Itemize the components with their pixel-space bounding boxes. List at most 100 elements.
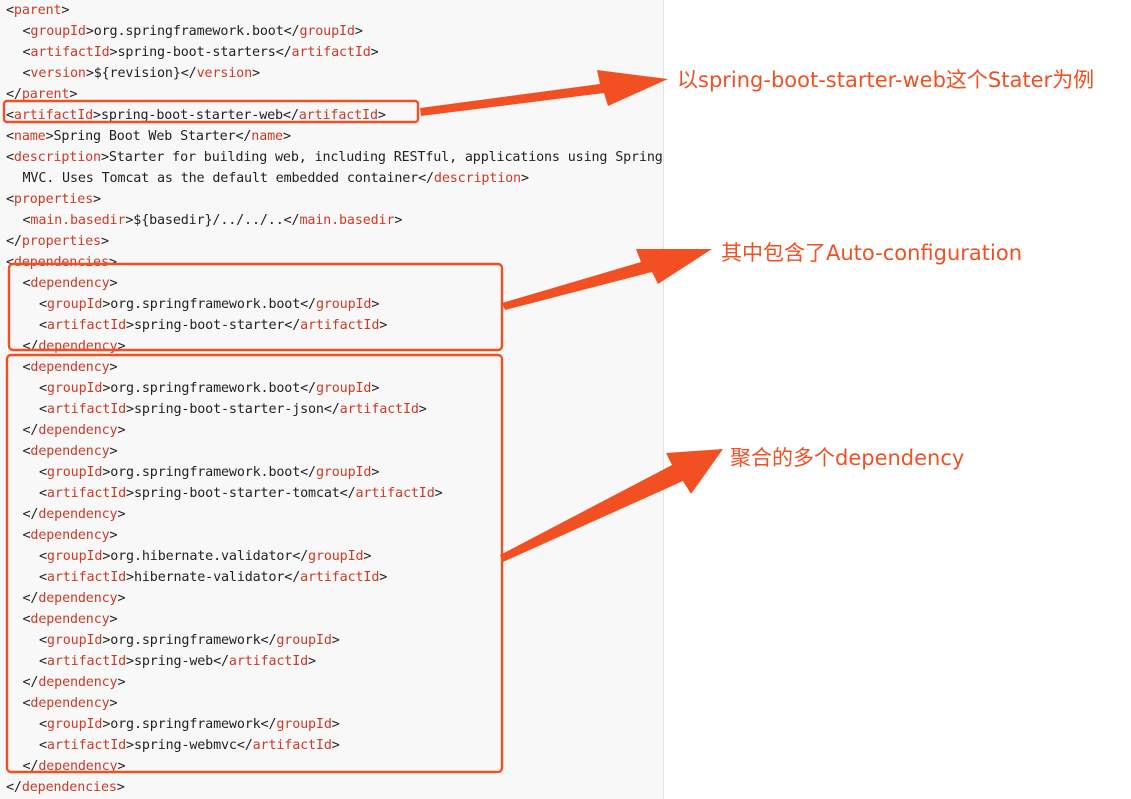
xml-tag-name: dependencies (13, 255, 109, 270)
xml-tag-name: version (196, 66, 253, 81)
code-text: > (377, 108, 386, 123)
code-text: < (39, 486, 47, 501)
code-text: > (117, 423, 126, 438)
code-text: >org.springframework.boot</ (85, 24, 300, 39)
code-text: > (109, 360, 118, 375)
code-text: < (6, 255, 14, 270)
xml-tag-name: dependency (30, 528, 110, 543)
code-line: <artifactId>spring-webmvc</artifactId> (6, 735, 663, 756)
xml-tag-name: groupId (315, 465, 372, 480)
code-line: </dependency> (6, 504, 663, 525)
annotation-aggregated-dependency: 聚合的多个dependency (730, 446, 965, 470)
xml-tag-name: artifactId (46, 654, 127, 669)
xml-tag-name: dependency (30, 696, 110, 711)
code-text: < (39, 318, 47, 333)
code-text: >spring-boot-starters</ (109, 45, 292, 60)
code-line: <properties> (6, 189, 663, 210)
code-text: >hibernate-validator</ (126, 570, 301, 585)
xml-tag-name: artifactId (30, 45, 110, 60)
xml-tag-name: groupId (46, 381, 103, 396)
code-text: >org.springframework</ (102, 717, 277, 732)
code-line: <dependency> (6, 525, 663, 546)
xml-tag-name: artifactId (46, 738, 127, 753)
code-line: </dependency> (6, 672, 663, 693)
code-text: > (109, 612, 118, 627)
code-line: <dependency> (6, 609, 663, 630)
code-text: </ (22, 591, 39, 606)
code-text: < (39, 297, 47, 312)
code-text: >${basedir}/../../..</ (125, 213, 300, 228)
code-text: > (117, 339, 126, 354)
code-line: <description>Starter for building web, i… (6, 147, 663, 168)
code-text: < (6, 3, 14, 18)
code-line: <artifactId>spring-boot-starter-json</ar… (6, 399, 663, 420)
code-text: < (6, 108, 14, 123)
xml-tag-name: dependency (30, 276, 110, 291)
xml-tag-name: dependency (30, 444, 110, 459)
code-text: < (39, 633, 47, 648)
code-line: <dependency> (6, 273, 663, 294)
code-line: </dependency> (6, 756, 663, 777)
code-text: > (370, 45, 379, 60)
code-text: > (69, 87, 78, 102)
code-text: > (331, 633, 340, 648)
code-line: <groupId>org.springframework.boot</group… (6, 462, 663, 483)
code-text: > (282, 129, 291, 144)
code-editor[interactable]: <parent> <groupId>org.springframework.boo… (0, 0, 664, 799)
code-text: < (39, 738, 47, 753)
code-text: >${revision}</ (85, 66, 197, 81)
code-text: > (331, 717, 340, 732)
code-line: <artifactId>spring-boot-starter</artifac… (6, 315, 663, 336)
code-text: > (520, 171, 529, 186)
code-text: < (39, 465, 47, 480)
xml-tag-name: artifactId (46, 570, 127, 585)
xml-tag-name: artifactId (339, 402, 419, 417)
code-text: > (109, 276, 118, 291)
code-text: </ (6, 780, 22, 795)
code-text: </ (6, 234, 22, 249)
code-line: <name>Spring Boot Web Starter</name> (6, 126, 663, 147)
code-text: > (108, 255, 117, 270)
xml-tag-name: artifactId (46, 486, 127, 501)
code-line: <groupId>org.springframework.boot</group… (6, 378, 663, 399)
xml-tag-name: properties (21, 234, 101, 249)
code-line: <dependency> (6, 357, 663, 378)
xml-tag-name: parent (13, 3, 62, 18)
code-text: > (363, 549, 372, 564)
code-text: > (109, 444, 118, 459)
code-line: </dependencies> (6, 777, 663, 798)
code-text: < (39, 717, 47, 732)
code-text: > (117, 675, 126, 690)
xml-tag-name: name (13, 129, 46, 144)
code-line: <artifactId>spring-boot-starter-tomcat</… (6, 483, 663, 504)
annotation-starter-web: 以spring-boot-starter-web这个Stater为例 (677, 68, 1095, 92)
code-text: > (117, 507, 126, 522)
xml-tag-name: main.basedir (30, 213, 126, 228)
code-text: < (39, 402, 47, 417)
code-text: > (109, 696, 118, 711)
code-line: <groupId>org.springframework</groupId> (6, 714, 663, 735)
code-text: < (39, 654, 47, 669)
code-line: </properties> (6, 231, 663, 252)
xml-tag-name: artifactId (300, 318, 380, 333)
code-text: MVC. Uses Tomcat as the default embedded… (22, 171, 435, 186)
code-text: > (418, 402, 427, 417)
xml-tag-name: artifactId (300, 570, 380, 585)
code-text: > (117, 591, 126, 606)
code-line: <groupId>org.springframework</groupId> (6, 630, 663, 651)
xml-tag-name: groupId (315, 297, 372, 312)
code-text: >org.springframework</ (102, 633, 277, 648)
xml-tag-name: dependency (30, 360, 110, 375)
code-line: MVC. Uses Tomcat as the default embedded… (6, 168, 663, 189)
code-line: </dependency> (6, 588, 663, 609)
xml-tag-name: groupId (30, 24, 86, 39)
xml-tag-name: artifactId (46, 402, 127, 417)
code-text: > (379, 318, 388, 333)
xml-tag-name: parent (21, 87, 70, 102)
xml-tag-name: dependency (38, 423, 118, 438)
code-text: </ (22, 759, 39, 774)
code-text: </ (22, 507, 39, 522)
code-text: > (117, 759, 126, 774)
code-text: > (93, 192, 101, 207)
code-text: > (379, 570, 388, 585)
